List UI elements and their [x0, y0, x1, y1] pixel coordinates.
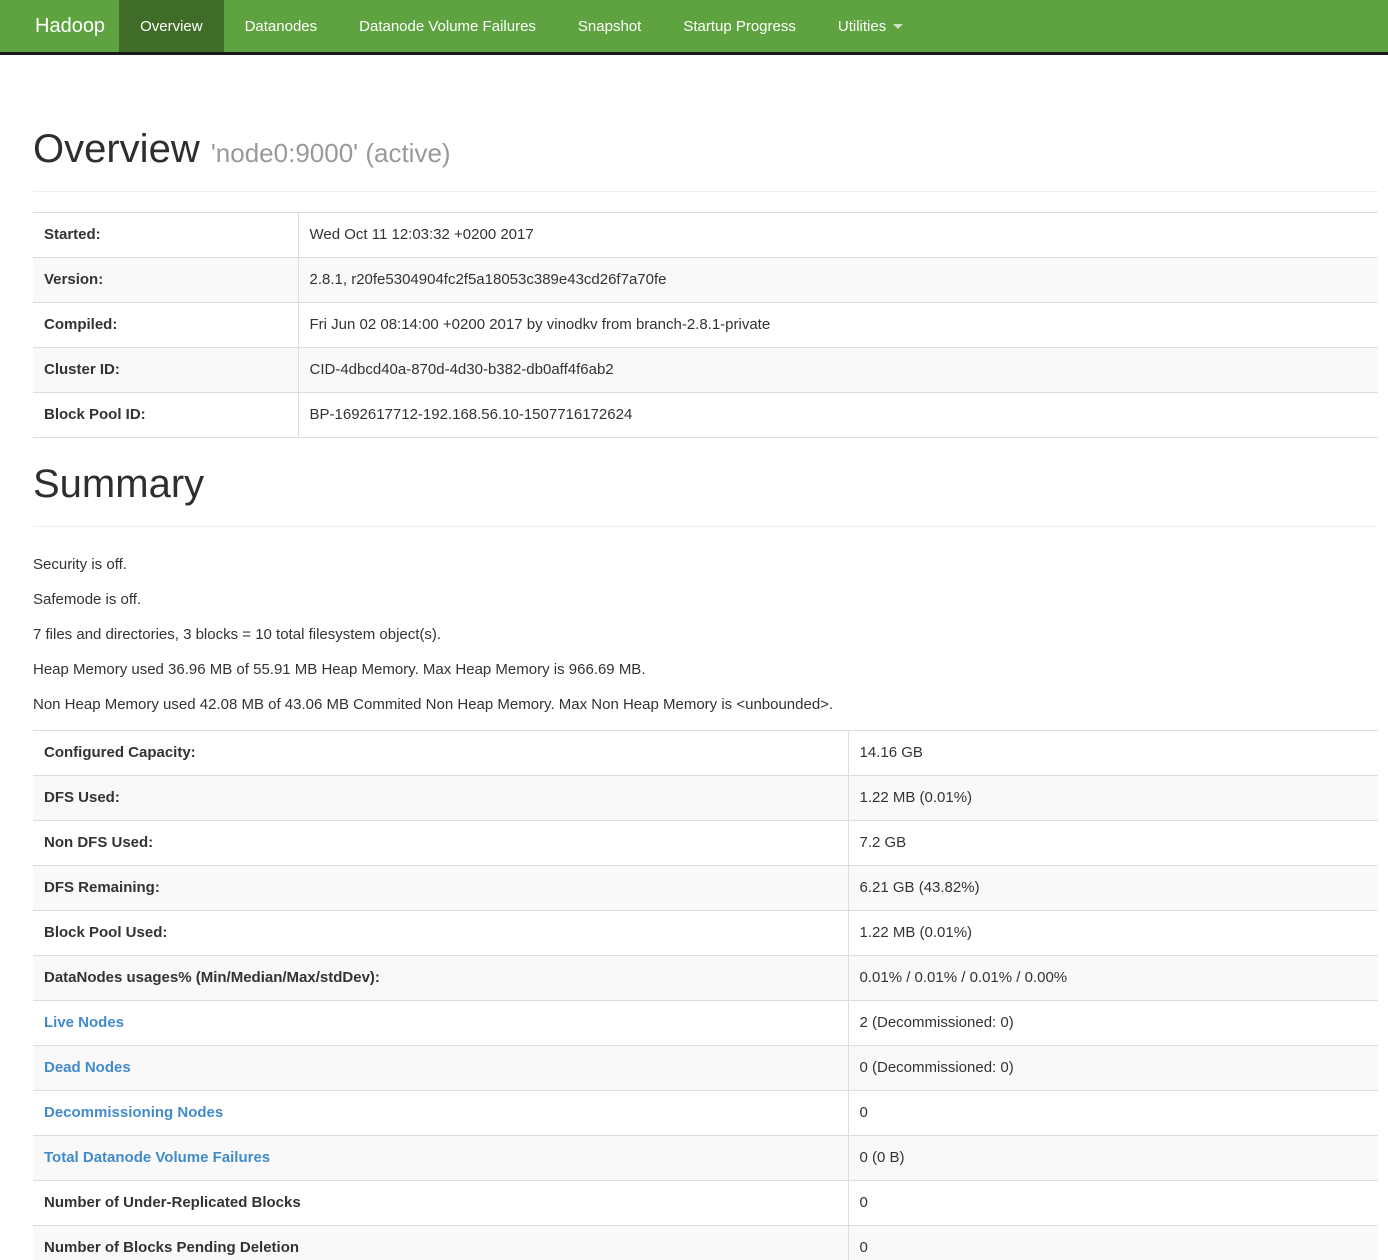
chevron-down-icon — [893, 24, 903, 29]
row-value: 6.21 GB (43.82%) — [848, 866, 1378, 911]
nav-item-overview[interactable]: Overview — [119, 0, 224, 52]
top-navbar: Hadoop Overview Datanodes Datanode Volum… — [0, 0, 1388, 55]
row-value: CID-4dbcd40a-870d-4d30-b382-db0aff4f6ab2 — [298, 348, 1378, 393]
hadoop-brand-link[interactable]: Hadoop — [0, 0, 119, 52]
divider — [33, 526, 1378, 527]
divider — [33, 191, 1378, 192]
nav-item-label: Datanodes — [245, 18, 318, 35]
row-value: 14.16 GB — [848, 731, 1378, 776]
row-value: 1.22 MB (0.01%) — [848, 776, 1378, 821]
row-label: Started: — [33, 213, 298, 258]
decommissioning-nodes-link[interactable]: Decommissioning Nodes — [33, 1091, 848, 1136]
table-row: DFS Remaining: 6.21 GB (43.82%) — [33, 866, 1378, 911]
row-value: 0.01% / 0.01% / 0.01% / 0.00% — [848, 956, 1378, 1001]
row-label: DFS Remaining: — [33, 866, 848, 911]
table-row: Configured Capacity: 14.16 GB — [33, 731, 1378, 776]
dead-nodes-link[interactable]: Dead Nodes — [33, 1046, 848, 1091]
row-label: DataNodes usages% (Min/Median/Max/stdDev… — [33, 956, 848, 1001]
table-row: Started: Wed Oct 11 12:03:32 +0200 2017 — [33, 213, 1378, 258]
row-value: BP-1692617712-192.168.56.10-150771617262… — [298, 393, 1378, 438]
row-label: DFS Used: — [33, 776, 848, 821]
row-label: Compiled: — [33, 303, 298, 348]
row-value: Wed Oct 11 12:03:32 +0200 2017 — [298, 213, 1378, 258]
nav-item-snapshot[interactable]: Snapshot — [557, 0, 662, 52]
row-label: Block Pool Used: — [33, 911, 848, 956]
summary-paragraphs: Security is off. Safemode is off. 7 file… — [33, 555, 1378, 715]
table-row: DFS Used: 1.22 MB (0.01%) — [33, 776, 1378, 821]
row-value: 0 (0 B) — [848, 1136, 1378, 1181]
row-label: Version: — [33, 258, 298, 303]
nav-item-utilities[interactable]: Utilities — [817, 0, 924, 52]
summary-line: Heap Memory used 36.96 MB of 55.91 MB He… — [33, 660, 1378, 680]
cluster-stats-table: Configured Capacity: 14.16 GB DFS Used: … — [33, 730, 1378, 1260]
overview-title-text: Overview — [33, 127, 200, 171]
row-value: 0 (Decommissioned: 0) — [848, 1046, 1378, 1091]
summary-line: 7 files and directories, 3 blocks = 10 t… — [33, 625, 1378, 645]
row-value: 2 (Decommissioned: 0) — [848, 1001, 1378, 1046]
table-row: Cluster ID: CID-4dbcd40a-870d-4d30-b382-… — [33, 348, 1378, 393]
page-content: Overview 'node0:9000' (active) Started: … — [0, 127, 1388, 1260]
table-row: DataNodes usages% (Min/Median/Max/stdDev… — [33, 956, 1378, 1001]
summary-line: Non Heap Memory used 42.08 MB of 43.06 M… — [33, 695, 1378, 715]
nav-item-label: Snapshot — [578, 18, 641, 35]
row-value: 2.8.1, r20fe5304904fc2f5a18053c389e43cd2… — [298, 258, 1378, 303]
nav-item-datanodes[interactable]: Datanodes — [224, 0, 339, 52]
row-label: Configured Capacity: — [33, 731, 848, 776]
navbar-menu: Overview Datanodes Datanode Volume Failu… — [119, 0, 924, 52]
table-row: Decommissioning Nodes 0 — [33, 1091, 1378, 1136]
row-value: 0 — [848, 1226, 1378, 1260]
total-datanode-volume-failures-link[interactable]: Total Datanode Volume Failures — [33, 1136, 848, 1181]
row-value: 0 — [848, 1091, 1378, 1136]
row-value: 1.22 MB (0.01%) — [848, 911, 1378, 956]
overview-info-table: Started: Wed Oct 11 12:03:32 +0200 2017 … — [33, 212, 1378, 438]
table-row: Number of Blocks Pending Deletion 0 — [33, 1226, 1378, 1260]
summary-line: Security is off. — [33, 555, 1378, 575]
summary-line: Safemode is off. — [33, 590, 1378, 610]
table-row: Dead Nodes 0 (Decommissioned: 0) — [33, 1046, 1378, 1091]
table-row: Total Datanode Volume Failures 0 (0 B) — [33, 1136, 1378, 1181]
live-nodes-link[interactable]: Live Nodes — [33, 1001, 848, 1046]
table-row: Block Pool Used: 1.22 MB (0.01%) — [33, 911, 1378, 956]
row-label: Number of Blocks Pending Deletion — [33, 1226, 848, 1260]
table-row: Block Pool ID: BP-1692617712-192.168.56.… — [33, 393, 1378, 438]
table-row: Non DFS Used: 7.2 GB — [33, 821, 1378, 866]
row-value: Fri Jun 02 08:14:00 +0200 2017 by vinodk… — [298, 303, 1378, 348]
row-label: Number of Under-Replicated Blocks — [33, 1181, 848, 1226]
nav-item-label: Overview — [140, 18, 203, 35]
nav-item-label: Utilities — [838, 18, 886, 35]
row-label: Cluster ID: — [33, 348, 298, 393]
table-row: Number of Under-Replicated Blocks 0 — [33, 1181, 1378, 1226]
nav-item-label: Datanode Volume Failures — [359, 18, 536, 35]
table-row: Version: 2.8.1, r20fe5304904fc2f5a18053c… — [33, 258, 1378, 303]
nav-item-startup-progress[interactable]: Startup Progress — [662, 0, 817, 52]
row-value: 7.2 GB — [848, 821, 1378, 866]
row-label: Block Pool ID: — [33, 393, 298, 438]
table-row: Compiled: Fri Jun 02 08:14:00 +0200 2017… — [33, 303, 1378, 348]
nav-item-label: Startup Progress — [683, 18, 796, 35]
summary-heading: Summary — [33, 462, 1378, 506]
nav-item-datanode-volume-failures[interactable]: Datanode Volume Failures — [338, 0, 557, 52]
page-title: Overview 'node0:9000' (active) — [33, 127, 1378, 171]
row-value: 0 — [848, 1181, 1378, 1226]
row-label: Non DFS Used: — [33, 821, 848, 866]
namenode-address-subtitle: 'node0:9000' (active) — [211, 138, 451, 168]
table-row: Live Nodes 2 (Decommissioned: 0) — [33, 1001, 1378, 1046]
